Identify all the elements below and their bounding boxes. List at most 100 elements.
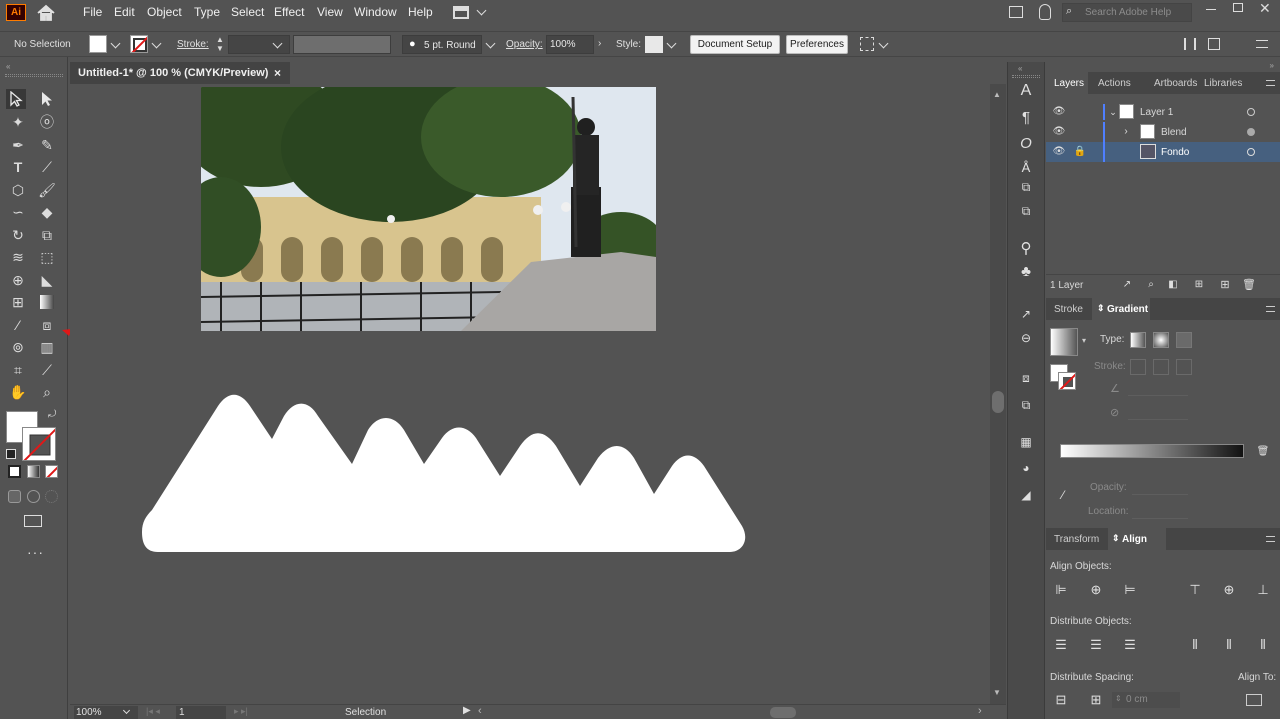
blend-tool-icon[interactable]: ⧈ — [37, 315, 57, 335]
slice-tool-icon[interactable]: ⟋ — [37, 360, 57, 380]
tab-stroke[interactable]: Stroke — [1054, 304, 1083, 315]
draw-behind-icon[interactable] — [27, 490, 40, 503]
menu-view[interactable]: View — [317, 5, 343, 19]
free-transform-tool-icon[interactable]: ⬚ — [37, 247, 57, 267]
stroke-across-icon[interactable] — [1176, 359, 1192, 375]
horizontal-distribute-space-icon[interactable]: ⊞ — [1089, 693, 1103, 707]
opacity-arrow-icon[interactable]: › — [598, 38, 601, 49]
layer-target-icon[interactable] — [1247, 108, 1255, 116]
distribute-bottom-icon[interactable]: ☰ — [1123, 638, 1137, 652]
align-bottom-icon[interactable]: ⊥ — [1256, 583, 1270, 597]
arrange-dropdown-icon[interactable] — [878, 38, 889, 49]
draw-inside-icon[interactable] — [45, 490, 58, 503]
delete-layer-icon[interactable]: 🗑 — [1242, 278, 1256, 292]
align-right-icon[interactable]: ⊨ — [1123, 583, 1137, 597]
column-graph-tool-icon[interactable]: ▥ — [37, 337, 57, 357]
distribute-vertical-center-icon[interactable]: ☰ — [1089, 638, 1103, 652]
none-mode-icon[interactable] — [45, 465, 58, 478]
style-dropdown-icon[interactable] — [666, 38, 677, 49]
stroke-label[interactable]: Stroke: — [177, 39, 209, 50]
linear-gradient-icon[interactable] — [1130, 332, 1146, 348]
brush-definition[interactable]: ● 5 pt. Round — [402, 35, 482, 54]
menu-select[interactable]: Select — [231, 5, 264, 19]
character-panel-icon[interactable]: A — [1019, 83, 1033, 99]
chevron-down-icon[interactable] — [476, 5, 487, 16]
brush-dropdown-icon[interactable] — [485, 38, 496, 49]
clipping-mask-icon[interactable]: ◧ — [1166, 278, 1180, 292]
paragraph-panel-icon[interactable]: ¶ — [1019, 110, 1033, 125]
new-sublayer-icon[interactable]: ⊞ — [1192, 278, 1206, 292]
layer-target-icon[interactable] — [1247, 128, 1255, 136]
rotate-tool-icon[interactable]: ↻ — [8, 225, 28, 245]
collapse-panels-icon[interactable]: » — [1270, 61, 1274, 70]
visibility-eye-icon[interactable]: 👁 — [1052, 125, 1066, 139]
expand-layer-chevron-icon[interactable]: ⌄ — [1106, 105, 1120, 119]
color-guide-icon[interactable]: ◢ — [1019, 488, 1033, 502]
menu-help[interactable]: Help — [408, 5, 433, 19]
restore-window-icon[interactable] — [1233, 3, 1243, 12]
gradient-opacity-field[interactable] — [1132, 481, 1188, 495]
tab-actions[interactable]: Actions — [1098, 78, 1131, 89]
gradient-tool-icon[interactable] — [37, 292, 57, 312]
spacing-field[interactable]: ⇕ 0 cm — [1112, 692, 1180, 708]
stroke-along-icon[interactable] — [1153, 359, 1169, 375]
tab-align[interactable]: Align — [1122, 534, 1147, 545]
collect-export-icon[interactable]: ↗ — [1120, 278, 1134, 292]
horizontal-scroll-thumb[interactable] — [770, 707, 796, 718]
expand-panels-icon[interactable]: « — [1018, 64, 1022, 73]
artboard-field[interactable]: 1 — [176, 706, 226, 719]
color-panel-icon[interactable]: ◕ — [1019, 461, 1033, 475]
gradient-preview-swatch[interactable] — [1050, 328, 1078, 356]
gradient-panel-menu-icon[interactable] — [1266, 306, 1275, 312]
toolbox-grip[interactable] — [5, 74, 63, 77]
eyedropper-tool-icon[interactable]: ⁄ — [8, 315, 28, 335]
aspect-ratio-field[interactable] — [1128, 406, 1188, 420]
image-trace-icon[interactable]: ↗ — [1019, 307, 1033, 321]
search-field[interactable]: ⌕ Search Adobe Help — [1062, 3, 1192, 22]
layers-panel-menu-icon[interactable] — [1266, 80, 1275, 86]
tab-libraries[interactable]: Libraries — [1204, 78, 1242, 89]
shape-builder-tool-icon[interactable]: ⊕ — [8, 270, 28, 290]
new-layer-icon[interactable]: ⊞ — [1218, 278, 1232, 292]
first-artboard-icon[interactable]: |◂ ◂ — [146, 706, 160, 717]
menu-effect[interactable]: Effect — [274, 5, 304, 19]
opacity-label[interactable]: Opacity: — [506, 39, 543, 50]
last-artboard-icon[interactable]: ▸ ▸| — [234, 706, 248, 717]
freeform-gradient-icon[interactable] — [1176, 332, 1192, 348]
spacing-stepper-icon[interactable]: ⇕ — [1115, 694, 1122, 703]
locate-object-icon[interactable]: ⌕ — [1144, 278, 1158, 292]
blend-shape[interactable] — [142, 394, 752, 556]
angle-field[interactable] — [1128, 382, 1188, 396]
home-icon[interactable] — [36, 4, 56, 22]
layer-name[interactable]: Layer 1 — [1140, 107, 1173, 118]
collapse-toolbox-icon[interactable]: « — [6, 62, 10, 71]
scroll-left-icon[interactable]: ‹ — [478, 705, 482, 717]
asset-export-icon[interactable]: ⧉ — [1019, 180, 1033, 194]
eraser-tool-icon[interactable]: ◆ — [37, 202, 57, 222]
minimize-window-icon[interactable] — [1206, 9, 1216, 10]
close-document-icon[interactable]: × — [274, 66, 281, 80]
color-mode-icon[interactable] — [8, 465, 21, 478]
symbols-panel-icon[interactable]: ♣ — [1019, 264, 1033, 279]
lasso-tool-icon[interactable]: ⓞ — [37, 112, 57, 132]
tab-artboards[interactable]: Artboards — [1154, 78, 1197, 89]
layer-row[interactable]: 👁 › Blend — [1046, 122, 1280, 142]
lock-icon[interactable]: 🔒 — [1073, 145, 1087, 159]
align-panel-menu-icon[interactable] — [1266, 536, 1275, 542]
default-fill-stroke-icon[interactable] — [6, 449, 16, 459]
variable-width-profile[interactable] — [293, 35, 391, 54]
brushes-panel-icon[interactable]: ⚲ — [1019, 241, 1033, 256]
scroll-up-icon[interactable]: ▲ — [993, 90, 1001, 99]
close-window-icon[interactable]: ✕ — [1259, 0, 1271, 17]
menu-object[interactable]: Object — [147, 5, 182, 19]
align-vertical-center-icon[interactable]: ⊕ — [1222, 583, 1236, 597]
glyphs-panel-icon[interactable]: Å — [1019, 161, 1033, 175]
gradient-eyedropper-icon[interactable]: ⁄ — [1056, 488, 1070, 502]
workspace-switcher-icon[interactable] — [453, 6, 469, 19]
transparency-panel-icon[interactable]: ⊖ — [1019, 331, 1033, 345]
fill-dropdown-icon[interactable] — [110, 38, 121, 49]
selection-tool-icon[interactable] — [6, 89, 26, 109]
align-horizontal-center-icon[interactable]: ⊕ — [1089, 583, 1103, 597]
pathfinder-panel-icon[interactable]: ⧈ — [1019, 371, 1033, 385]
opacity-field[interactable]: 100% — [546, 35, 594, 54]
